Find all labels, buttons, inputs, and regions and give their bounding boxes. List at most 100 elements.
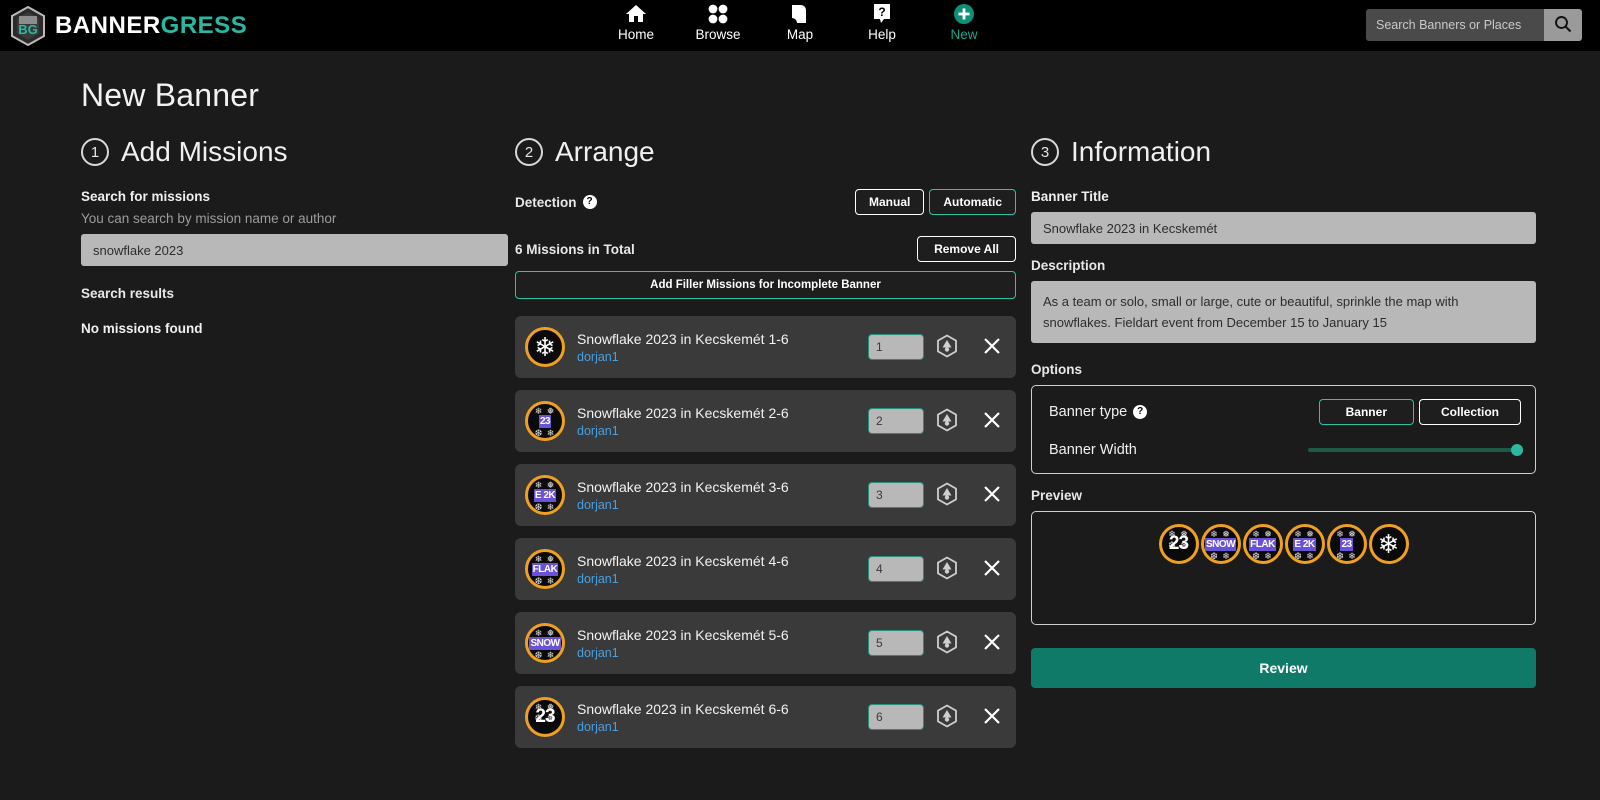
step-3-information: 3 Information Banner Title Description A… (1016, 136, 1536, 748)
detection-help-icon[interactable]: ? (583, 195, 597, 209)
hexagon-bg-logo-icon: BG (10, 6, 46, 46)
mission-title: Snowflake 2023 in Kecskemét 6-6 (577, 701, 856, 717)
remove-mission-button[interactable] (982, 410, 1002, 433)
mission-author[interactable]: dorjan1 (577, 720, 856, 734)
ingress-portal-icon-button[interactable] (936, 408, 958, 435)
ingress-portal-icon-button[interactable] (936, 704, 958, 731)
nav-item-help[interactable]: ? Help (852, 2, 912, 42)
search-missions-hint: You can search by mission name or author (81, 211, 508, 226)
mission-order-input[interactable] (868, 334, 924, 360)
badge-code: FLAK (1249, 538, 1276, 551)
badge-code: 23 (1340, 538, 1352, 551)
mission-author[interactable]: dorjan1 (577, 498, 856, 512)
mission-order-input[interactable] (868, 408, 924, 434)
preview-badge-icon: ❄ (1369, 524, 1409, 564)
review-button[interactable]: Review (1031, 648, 1536, 688)
banner-type-label-group: Banner type ? (1049, 404, 1147, 420)
mission-author[interactable]: dorjan1 (577, 572, 856, 586)
detection-automatic-button[interactable]: Automatic (929, 189, 1016, 215)
wizard-columns: 1 Add Missions Search for missions You c… (0, 114, 1600, 748)
mission-row[interactable]: ❄ ❅❆ ❄E 2KSnowflake 2023 in Kecskemét 3-… (515, 464, 1016, 526)
plus-circle-icon (953, 2, 975, 26)
description-textarea[interactable]: As a team or solo, small or large, cute … (1031, 281, 1536, 343)
step-3-title: Information (1071, 136, 1211, 168)
nav-label-home: Home (618, 27, 654, 42)
brand-logo[interactable]: BG BANNERGRESS (0, 6, 247, 46)
mission-row[interactable]: ❄ ❅❆ ❄23Snowflake 2023 in Kecskemét 6-6d… (515, 686, 1016, 748)
mission-author[interactable]: dorjan1 (577, 350, 856, 364)
banner-type-help-icon[interactable]: ? (1133, 405, 1147, 419)
mission-row[interactable]: ❄ ❅❆ ❄23Snowflake 2023 in Kecskemét 2-6d… (515, 390, 1016, 452)
description-label: Description (1031, 258, 1536, 273)
mission-author[interactable]: dorjan1 (577, 646, 856, 660)
remove-all-button[interactable]: Remove All (917, 236, 1016, 262)
detection-toggle-group: Manual Automatic (855, 189, 1016, 215)
preview-badge-icon: ❄ ❅❆ ❄23 (1327, 524, 1367, 564)
banner-title-input[interactable] (1031, 212, 1536, 244)
close-x-icon (982, 410, 1002, 433)
nav-item-browse[interactable]: Browse (688, 2, 748, 42)
remove-mission-button[interactable] (982, 706, 1002, 729)
banner-type-collection-button[interactable]: Collection (1419, 399, 1521, 425)
banner-type-toggle-group: Banner Collection (1319, 399, 1521, 425)
mission-badge-icon: ❄ ❅❆ ❄E 2K (525, 475, 565, 515)
no-missions-found-message: No missions found (81, 321, 508, 336)
search-button[interactable] (1544, 9, 1582, 41)
mission-order-input[interactable] (868, 704, 924, 730)
preview-label: Preview (1031, 488, 1536, 503)
add-filler-missions-button[interactable]: Add Filler Missions for Incomplete Banne… (515, 271, 1016, 299)
snowflake-glyph: ❄ (534, 334, 556, 360)
brand-word-gress: GRESS (161, 12, 248, 39)
missions-total-row: 6 Missions in Total Remove All (515, 236, 1016, 262)
remove-mission-button[interactable] (982, 632, 1002, 655)
mission-row[interactable]: ❄ ❅❆ ❄SNOWSnowflake 2023 in Kecskemét 5-… (515, 612, 1016, 674)
badge-code: SNOW (529, 637, 560, 650)
ingress-portal-icon-button[interactable] (936, 556, 958, 583)
page-title: New Banner (0, 51, 1600, 114)
mission-order-input[interactable] (868, 630, 924, 656)
close-x-icon (982, 558, 1002, 581)
search-input[interactable] (1366, 9, 1544, 41)
nav-item-home[interactable]: Home (606, 2, 666, 42)
step-1-title: Add Missions (121, 136, 288, 168)
mission-search-input[interactable] (81, 234, 508, 266)
nav-label-map: Map (787, 27, 813, 42)
mission-text: Snowflake 2023 in Kecskemét 1-6dorjan1 (577, 331, 856, 364)
ingress-portal-icon (936, 482, 958, 509)
missions-total-label: 6 Missions in Total (515, 242, 635, 257)
mission-badge-icon: ❄ ❅❆ ❄SNOW (525, 623, 565, 663)
ingress-portal-icon-button[interactable] (936, 630, 958, 657)
ingress-portal-icon (936, 630, 958, 657)
nav-item-new[interactable]: New (934, 2, 994, 42)
mission-badge-icon: ❄ ❅❆ ❄FLAK (525, 549, 565, 589)
preview-badge-icon: ❄ ❅❆ ❄E 2K (1285, 524, 1325, 564)
nav-item-map[interactable]: Map (770, 2, 830, 42)
preview-badge-icon: ❄ ❅❆ ❄SNOW (1201, 524, 1241, 564)
badge-number: 23 (535, 706, 554, 728)
detection-manual-button[interactable]: Manual (855, 189, 924, 215)
ingress-portal-icon-button[interactable] (936, 334, 958, 361)
mission-order-input[interactable] (868, 556, 924, 582)
remove-mission-button[interactable] (982, 336, 1002, 359)
mission-order-input[interactable] (868, 482, 924, 508)
nav-label-browse: Browse (695, 27, 740, 42)
slider-track (1308, 448, 1521, 452)
remove-mission-button[interactable] (982, 558, 1002, 581)
options-panel: Banner type ? Banner Collection Banner W… (1031, 385, 1536, 474)
mission-author[interactable]: dorjan1 (577, 424, 856, 438)
detection-label-group: Detection ? (515, 195, 597, 210)
home-icon (625, 2, 647, 26)
mission-row[interactable]: ❄ Snowflake 2023 in Kecskemét 1-6dorjan1 (515, 316, 1016, 378)
slider-thumb[interactable] (1511, 444, 1523, 456)
badge-code: 23 (539, 415, 551, 428)
banner-type-banner-button[interactable]: Banner (1319, 399, 1414, 425)
step-2-number: 2 (515, 138, 543, 166)
banner-width-slider[interactable] (1308, 443, 1521, 457)
remove-mission-button[interactable] (982, 484, 1002, 507)
ingress-portal-icon-button[interactable] (936, 482, 958, 509)
ingress-portal-icon (936, 334, 958, 361)
mission-row[interactable]: ❄ ❅❆ ❄FLAKSnowflake 2023 in Kecskemét 4-… (515, 538, 1016, 600)
step-1-header: 1 Add Missions (81, 136, 508, 168)
step-2-arrange: 2 Arrange Detection ? Manual Automatic 6… (508, 136, 1016, 748)
detection-label: Detection (515, 195, 577, 210)
